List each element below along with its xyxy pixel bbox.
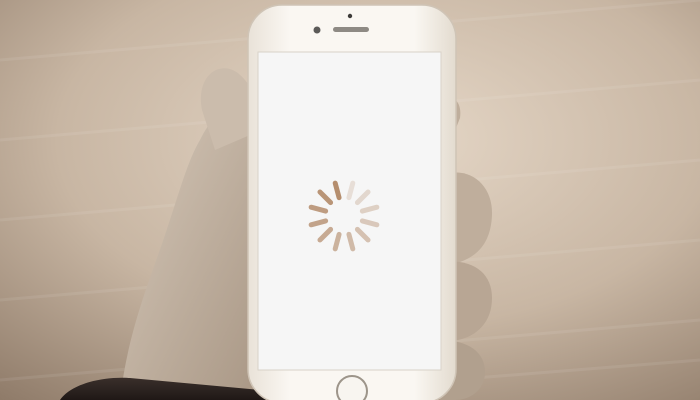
spinner-spoke [354,226,371,243]
home-button[interactable] [336,375,368,400]
spinner-spoke [317,226,334,243]
spinner-spoke [359,218,380,228]
spinner-spoke [354,189,371,206]
spinner-spoke [359,204,380,214]
front-camera [313,26,321,34]
spinner-spoke [308,204,329,214]
spinner-spoke [346,231,356,252]
spinner-spoke [332,231,342,252]
spinner-spoke [308,218,329,228]
proximity-sensor [347,13,353,19]
spinner-icon [308,180,380,252]
spinner-spoke [332,180,342,201]
spinner-spoke [346,180,356,201]
spinner-spoke [317,189,334,206]
earpiece-speaker [333,27,369,32]
